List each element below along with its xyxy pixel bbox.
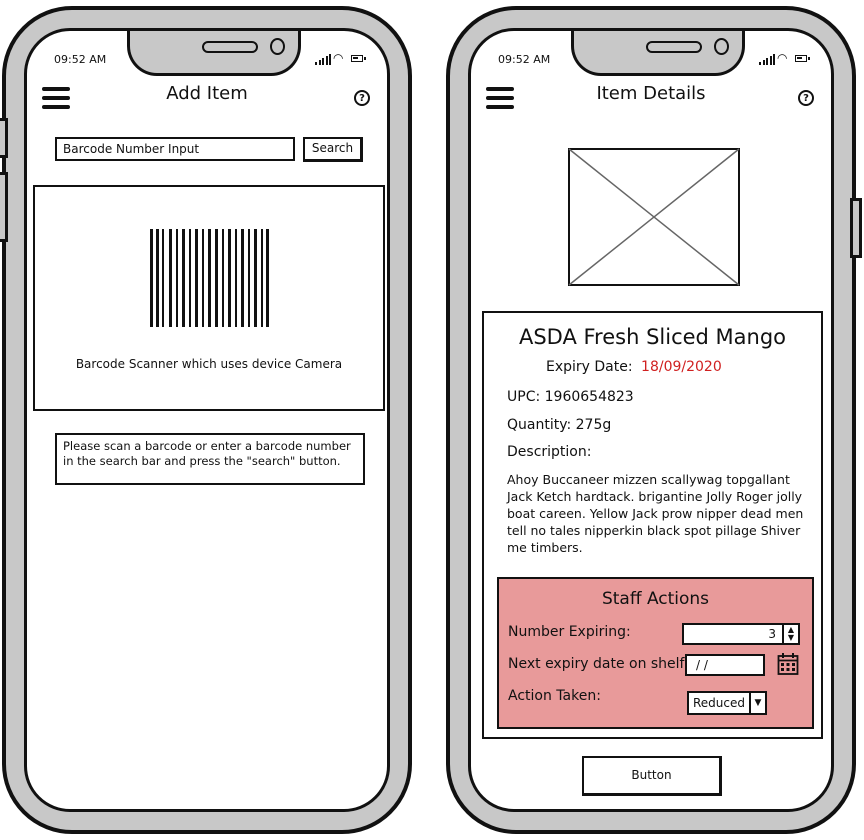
- right-phone-side-button: [850, 198, 862, 258]
- item-details-card: ASDA Fresh Sliced Mango Expiry Date: 18/…: [482, 311, 823, 739]
- wifi-icon: ◠: [777, 51, 788, 65]
- left-phone: 09:52 AM ◠ Add Item ? Barcode Number Inp…: [0, 6, 412, 834]
- spinner-icon[interactable]: ▲ ▼: [782, 625, 798, 643]
- number-expiring-stepper[interactable]: 3 ▲ ▼: [682, 623, 800, 645]
- chevron-down-icon[interactable]: ▼: [749, 693, 765, 713]
- bottom-button[interactable]: Button: [582, 756, 722, 796]
- notch: [127, 31, 301, 76]
- left-phone-side-button: [0, 118, 8, 158]
- next-expiry-value: / /: [696, 658, 708, 672]
- upc-text: UPC: 1960654823: [507, 389, 634, 405]
- page-title: Item Details: [596, 83, 706, 104]
- signal-icon: [759, 54, 775, 65]
- barcode-icon: [150, 229, 269, 327]
- next-expiry-date-input[interactable]: / /: [685, 654, 765, 676]
- left-phone-side-button: [0, 172, 8, 242]
- page-title: Add Item: [166, 83, 248, 104]
- status-icons: ◠: [315, 51, 367, 67]
- help-icon[interactable]: ?: [354, 90, 370, 106]
- number-expiring-value: 3: [768, 627, 776, 641]
- left-screen: 09:52 AM ◠ Add Item ? Barcode Number Inp…: [24, 28, 390, 812]
- barcode-search-input[interactable]: Barcode Number Input: [55, 137, 295, 161]
- description-text: Ahoy Buccaneer mizzen scallywag topgalla…: [507, 472, 804, 555]
- staff-actions-panel: Staff Actions Number Expiring: 3 ▲ ▼ Next…: [497, 577, 814, 729]
- action-taken-select[interactable]: Reduced ▼: [687, 691, 767, 715]
- barcode-search-input-value: Barcode Number Input: [63, 142, 200, 156]
- help-icon[interactable]: ?: [798, 90, 814, 106]
- right-phone: 09:52 AM ◠ Item Details ? ASDA Fresh Sli…: [446, 6, 862, 834]
- next-expiry-label: Next expiry date on shelf:: [508, 656, 689, 672]
- action-taken-value: Reduced: [693, 696, 746, 710]
- product-name: ASDA Fresh Sliced Mango: [518, 325, 787, 349]
- expiry-label: Expiry Date:: [546, 359, 633, 375]
- front-camera: [270, 38, 285, 55]
- search-button[interactable]: Search: [303, 137, 363, 162]
- battery-icon: [351, 55, 366, 62]
- wifi-icon: ◠: [333, 51, 344, 65]
- description-label: Description:: [507, 444, 592, 460]
- speaker: [646, 41, 702, 53]
- staff-actions-title: Staff Actions: [601, 589, 710, 609]
- speaker: [202, 41, 258, 53]
- scanner-caption: Barcode Scanner which uses device Camera: [75, 357, 343, 371]
- front-camera: [714, 38, 729, 55]
- expiry-value: 18/09/2020: [641, 359, 722, 375]
- expiry-line: Expiry Date: 18/09/2020: [546, 359, 722, 375]
- notch: [571, 31, 745, 76]
- image-placeholder-icon: [568, 148, 740, 286]
- status-time: 09:52 AM: [498, 53, 551, 66]
- instructions-box: Please scan a barcode or enter a barcode…: [55, 433, 365, 485]
- quantity-text: Quantity: 275g: [507, 417, 612, 433]
- barcode-scanner-panel[interactable]: Barcode Scanner which uses device Camera: [33, 185, 385, 411]
- calendar-icon[interactable]: [777, 652, 799, 676]
- signal-icon: [315, 54, 331, 65]
- instructions-text: Please scan a barcode or enter a barcode…: [63, 439, 351, 468]
- status-time: 09:52 AM: [54, 53, 107, 66]
- right-screen: 09:52 AM ◠ Item Details ? ASDA Fresh Sli…: [468, 28, 834, 812]
- number-expiring-label: Number Expiring:: [508, 624, 631, 640]
- status-icons: ◠: [759, 51, 811, 67]
- battery-icon: [795, 55, 810, 62]
- action-taken-label: Action Taken:: [508, 688, 601, 704]
